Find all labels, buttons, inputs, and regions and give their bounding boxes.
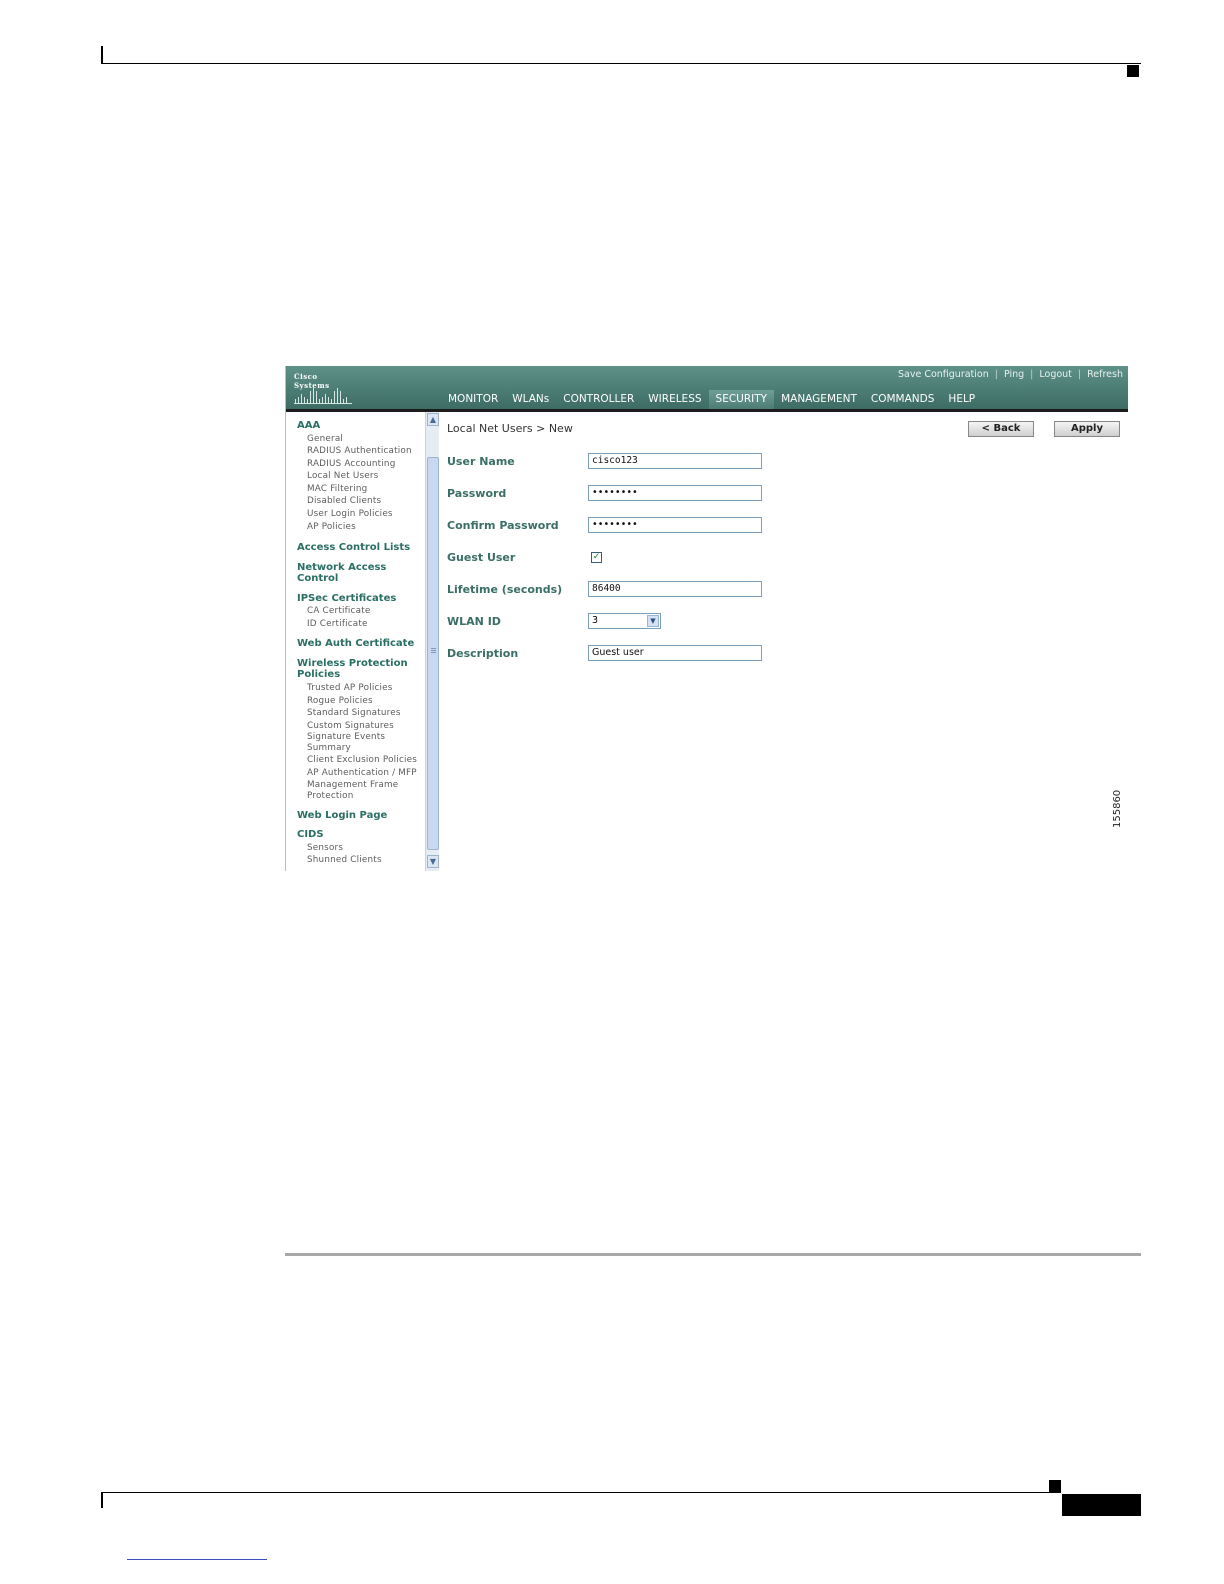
sidebar-item-client-exclusion-policies[interactable]: Client Exclusion Policies bbox=[307, 754, 425, 767]
top-banner: Cisco Systems Save Configuration | Ping | Lo… bbox=[286, 366, 1128, 412]
sidebar-item-local-net-users[interactable]: Local Net Users bbox=[307, 470, 425, 483]
footer-rule bbox=[101, 1492, 1061, 1493]
nav-management[interactable]: MANAGEMENT bbox=[774, 390, 864, 409]
logo-bars-icon bbox=[294, 388, 352, 404]
nav-security[interactable]: SECURITY bbox=[708, 390, 775, 412]
wlan-id-select[interactable]: 3 ▼ bbox=[588, 613, 661, 629]
sidebar-item-trusted-ap-policies[interactable]: Trusted AP Policies bbox=[307, 682, 425, 695]
wlan-id-label: WLAN ID bbox=[447, 615, 501, 628]
nav-monitor[interactable]: MONITOR bbox=[441, 390, 505, 409]
chevron-down-icon[interactable]: ▼ bbox=[647, 615, 659, 627]
controller-screenshot: Cisco Systems Save Configuration | Ping | Lo… bbox=[285, 366, 1128, 871]
nav-wlans[interactable]: WLANs bbox=[505, 390, 556, 409]
scroll-up-icon[interactable]: ▲ bbox=[427, 413, 439, 426]
ping-link[interactable]: Ping bbox=[998, 369, 1030, 380]
confirm-password-label: Confirm Password bbox=[447, 519, 559, 532]
refresh-link[interactable]: Refresh bbox=[1081, 369, 1128, 380]
main-content: Local Net Users > New < Back Apply User … bbox=[439, 412, 1128, 871]
header-tick bbox=[101, 46, 103, 64]
guest-user-label: Guest User bbox=[447, 551, 516, 564]
sidebar-item-general[interactable]: General bbox=[307, 433, 425, 446]
sidebar-item-radius-accounting[interactable]: RADIUS Accounting bbox=[307, 458, 425, 471]
sidebar-item-ca-certificate[interactable]: CA Certificate bbox=[307, 605, 425, 618]
sidebar-head-access-control-lists[interactable]: Access Control Lists bbox=[297, 542, 425, 554]
sidebar-item-radius-authentication[interactable]: RADIUS Authentication bbox=[307, 445, 425, 458]
nav-help[interactable]: HELP bbox=[941, 390, 982, 409]
nav-commands[interactable]: COMMANDS bbox=[864, 390, 942, 409]
description-input[interactable]: Guest user bbox=[588, 645, 762, 661]
page-number-tab bbox=[1062, 1494, 1141, 1516]
section-end-rule bbox=[285, 1253, 1141, 1256]
save-configuration-link[interactable]: Save Configuration bbox=[892, 369, 995, 380]
sidebar-item-shunned-clients[interactable]: Shunned Clients bbox=[307, 854, 425, 867]
logout-link[interactable]: Logout bbox=[1033, 369, 1078, 380]
sidebar-item-sensors[interactable]: Sensors bbox=[307, 842, 425, 855]
sidebar-head-aaa[interactable]: AAA bbox=[297, 420, 425, 432]
lifetime-input[interactable]: 86400 bbox=[588, 581, 762, 597]
footer-link-underline[interactable] bbox=[127, 1559, 267, 1560]
cisco-logo: Cisco Systems bbox=[294, 372, 352, 404]
wlan-id-value: 3 bbox=[592, 615, 599, 626]
sidebar-item-ap-policies[interactable]: AP Policies bbox=[307, 521, 425, 534]
password-label: Password bbox=[447, 487, 507, 500]
sidebar-item-disabled-clients[interactable]: Disabled Clients bbox=[307, 495, 425, 508]
sidebar-item-ap-authentication-mfp[interactable]: AP Authentication / MFP bbox=[307, 767, 425, 780]
top-links: Save Configuration | Ping | Logout | Refresh bbox=[892, 369, 1128, 380]
main-nav: MONITOR WLANs CONTROLLER WIRELESS SECURI… bbox=[441, 390, 982, 412]
sidebar-head-wireless-protection-policies[interactable]: Wireless Protection Policies bbox=[297, 658, 415, 681]
sidebar-item-signature-events-summary[interactable]: Signature Events Summary bbox=[307, 732, 402, 754]
sidebar-item-standard-signatures[interactable]: Standard Signatures bbox=[307, 707, 425, 720]
back-button[interactable]: < Back bbox=[968, 421, 1034, 437]
sidebar-item-user-login-policies[interactable]: User Login Policies bbox=[307, 508, 425, 521]
sidebar-scrollbar[interactable]: ▲ ▼ bbox=[425, 412, 439, 871]
user-name-label: User Name bbox=[447, 455, 515, 468]
sidebar-item-custom-signatures[interactable]: Custom Signatures bbox=[307, 720, 425, 733]
guest-user-checkbox[interactable]: ✓ bbox=[591, 552, 602, 563]
sidebar-item-rogue-policies[interactable]: Rogue Policies bbox=[307, 695, 425, 708]
header-marker bbox=[1127, 65, 1139, 77]
breadcrumb: Local Net Users > New bbox=[447, 422, 573, 435]
scroll-thumb[interactable] bbox=[427, 457, 439, 850]
sidebar-head-web-login-page[interactable]: Web Login Page bbox=[297, 810, 425, 822]
figure-number: 155860 bbox=[1112, 789, 1123, 828]
sidebar-head-ipsec-certificates[interactable]: IPSec Certificates bbox=[297, 593, 425, 605]
nav-controller[interactable]: CONTROLLER bbox=[556, 390, 641, 409]
description-label: Description bbox=[447, 647, 519, 660]
scroll-down-icon[interactable]: ▼ bbox=[427, 855, 439, 868]
nav-wireless[interactable]: WIRELESS bbox=[641, 390, 708, 409]
confirm-password-input[interactable]: •••••••• bbox=[588, 517, 762, 533]
user-name-input[interactable]: cisco123 bbox=[588, 453, 762, 469]
sidebar-head-cids[interactable]: CIDS bbox=[297, 829, 425, 841]
sidebar-head-web-auth-certificate[interactable]: Web Auth Certificate bbox=[297, 638, 425, 650]
apply-button[interactable]: Apply bbox=[1054, 421, 1120, 437]
footer-tick bbox=[101, 1492, 103, 1508]
footer-marker bbox=[1049, 1480, 1061, 1492]
sidebar: AAA General RADIUS Authentication RADIUS… bbox=[286, 412, 425, 871]
sidebar-item-management-frame-protection[interactable]: Management Frame Protection bbox=[307, 780, 407, 802]
sidebar-head-network-access-control[interactable]: Network Access Control bbox=[297, 562, 407, 585]
sidebar-item-mac-filtering[interactable]: MAC Filtering bbox=[307, 483, 425, 496]
checkmark-icon: ✓ bbox=[592, 552, 601, 562]
lifetime-label: Lifetime (seconds) bbox=[447, 583, 563, 596]
sidebar-item-id-certificate[interactable]: ID Certificate bbox=[307, 618, 425, 631]
password-input[interactable]: •••••••• bbox=[588, 485, 762, 501]
header-rule bbox=[101, 63, 1141, 64]
